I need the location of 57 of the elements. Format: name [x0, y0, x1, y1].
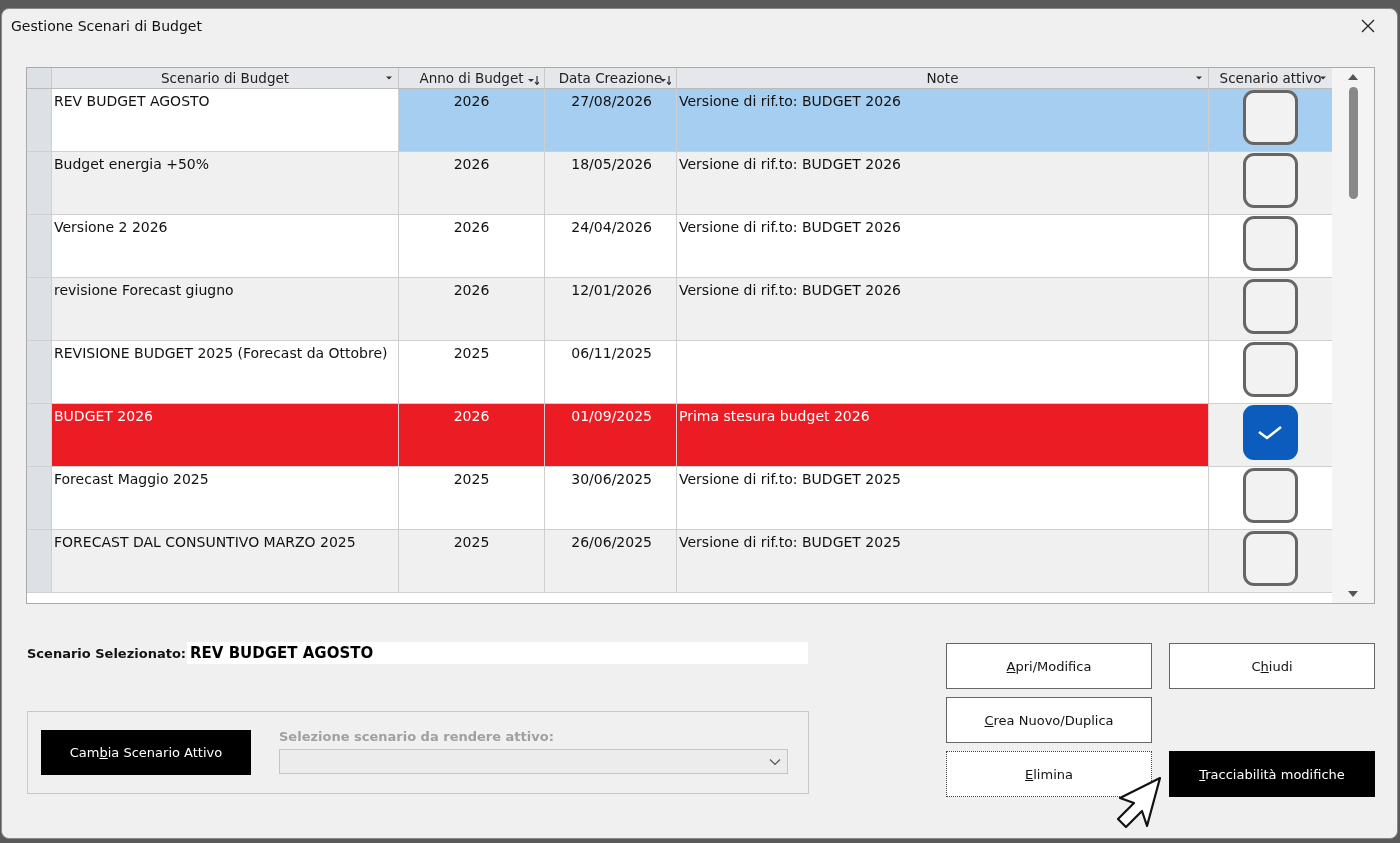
window-title: Gestione Scenari di Budget	[11, 18, 202, 34]
close-button[interactable]: Chiudi	[1169, 643, 1375, 689]
table-cell: Prima stesura budget 2026	[677, 404, 1209, 466]
table-cell: 2026	[399, 278, 545, 340]
checkbox[interactable]	[1243, 468, 1298, 523]
table-cell: Budget energia +50%	[52, 152, 399, 214]
table-cell: 12/01/2026	[545, 278, 677, 340]
table-cell: Versione di rif.to: BUDGET 2025	[677, 467, 1209, 529]
chevron-down-icon	[769, 757, 781, 766]
column-header[interactable]: Scenario di Budget	[52, 68, 399, 88]
field-label: Scenario Selezionato:	[27, 645, 187, 661]
table-cell: Forecast Maggio 2025	[52, 467, 399, 529]
table-cell: 2026	[399, 152, 545, 214]
checkbox[interactable]	[1243, 342, 1298, 397]
scroll-up-icon[interactable]	[1347, 73, 1360, 81]
table-cell: BUDGET 2026	[52, 404, 399, 466]
table-cell: Versione di rif.to: BUDGET 2025	[677, 530, 1209, 592]
table-cell: Versione di rif.to: BUDGET 2026	[677, 215, 1209, 277]
table-cell: REV BUDGET AGOSTO	[52, 89, 399, 151]
checkbox[interactable]	[1243, 216, 1298, 271]
table-cell: 26/06/2025	[545, 530, 677, 592]
close-icon[interactable]	[1361, 19, 1375, 33]
table-cell: 2026	[399, 89, 545, 151]
table-cell: 18/05/2026	[545, 152, 677, 214]
checkbox[interactable]	[1243, 531, 1298, 586]
table-cell: FORECAST DAL CONSUNTIVO MARZO 2025	[52, 530, 399, 592]
open-edit-button[interactable]: Apri/Modifica	[946, 643, 1152, 689]
checkbox[interactable]	[1243, 279, 1298, 334]
column-header[interactable]: Note	[677, 68, 1209, 88]
scrollbar[interactable]	[1332, 68, 1374, 603]
table-cell: Versione di rif.to: BUDGET 2026	[677, 89, 1209, 151]
column-header[interactable]: Data Creazione	[545, 68, 677, 88]
combo-label: Selezione scenario da rendere attivo:	[279, 729, 555, 744]
scroll-thumb[interactable]	[1348, 87, 1358, 199]
selected-scenario-field: REV BUDGET AGOSTO	[187, 642, 808, 664]
delete-button[interactable]: Elimina	[946, 751, 1152, 797]
checkbox[interactable]	[1243, 153, 1298, 208]
filter-dropdown-icon[interactable]	[1319, 75, 1327, 81]
change-active-button[interactable]: Cambia Scenario Attivo	[41, 730, 251, 775]
table-cell: revisione Forecast giugno	[52, 278, 399, 340]
table-cell: Versione di rif.to: BUDGET 2026	[677, 278, 1209, 340]
scroll-down-icon[interactable]	[1347, 590, 1360, 598]
table-cell: Versione di rif.to: BUDGET 2026	[677, 152, 1209, 214]
history-button[interactable]: Tracciabilità modifiche	[1169, 751, 1375, 797]
table-cell: 01/09/2025	[545, 404, 677, 466]
table-cell: Versione 2 2026	[52, 215, 399, 277]
filter-dropdown-icon[interactable]	[385, 75, 393, 81]
table-cell: REVISIONE BUDGET 2025 (Forecast da Ottobre)	[52, 341, 399, 403]
create-button[interactable]: Crea Nuovo/Duplica	[946, 697, 1152, 743]
sort-filter-icon[interactable]	[527, 75, 539, 85]
table-cell: 2025	[399, 530, 545, 592]
column-header[interactable]: Anno di Budget	[399, 68, 545, 88]
checkbox[interactable]	[1243, 90, 1298, 145]
filter-dropdown-icon[interactable]	[1195, 75, 1203, 81]
table-cell: 27/08/2026	[545, 89, 677, 151]
checkbox[interactable]	[1243, 405, 1298, 460]
table-cell: 2026	[399, 404, 545, 466]
